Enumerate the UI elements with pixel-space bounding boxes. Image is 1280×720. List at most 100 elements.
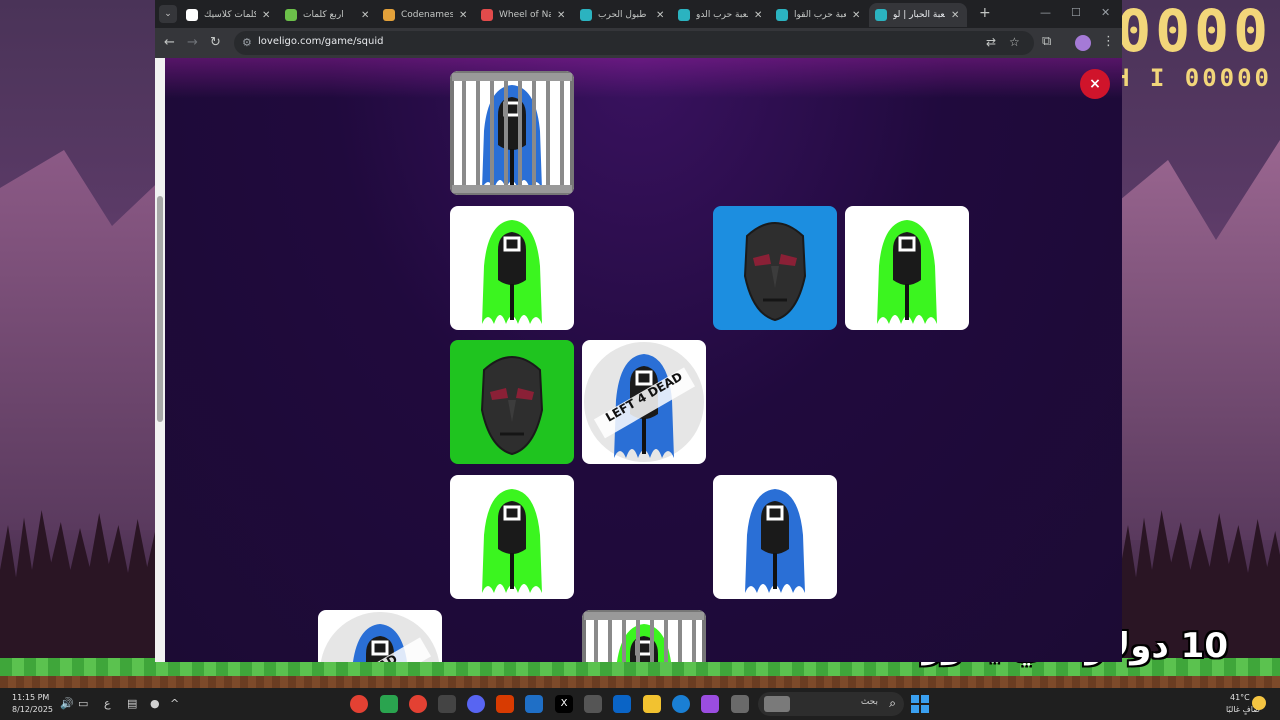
browser-toolbar: ← → ↻ ⚙ loveligo.com/game/squid ⇄ ☆ ⧉ ⋮ <box>155 28 1122 58</box>
file-explorer-icon[interactable] <box>643 695 661 713</box>
guard-icon <box>745 489 805 593</box>
volume-icon[interactable]: 🔊 <box>60 697 74 710</box>
minimize-icon[interactable]: — <box>1040 6 1051 19</box>
card-caged-blue-guard[interactable] <box>450 71 574 195</box>
chrome-profile-icon[interactable] <box>409 695 427 713</box>
close-game-button[interactable]: × <box>1080 69 1110 99</box>
tab-close-icon[interactable]: ✕ <box>361 10 371 21</box>
app-icon[interactable] <box>380 695 398 713</box>
edge-icon[interactable] <box>672 695 690 713</box>
tab-6[interactable]: لعبة حرب الدو ✕ <box>672 3 770 27</box>
tab-close-icon[interactable]: ✕ <box>951 10 961 21</box>
maximize-icon[interactable]: ☐ <box>1071 6 1081 19</box>
weather-moon-icon[interactable] <box>1252 696 1266 710</box>
card-left-dead-blue-guard[interactable]: LEFT 4 DEAD <box>582 340 706 464</box>
guard-icon <box>482 220 542 324</box>
tab-8[interactable]: لعبة الحبار | لو ✕ <box>869 3 967 27</box>
capture-icon[interactable] <box>438 695 456 713</box>
keyboard-icon[interactable]: ▤ <box>127 697 137 710</box>
tab-title: كلمات كلاسيك <box>204 10 256 20</box>
game-page: × LEFT 4 DEAD DEAD <box>155 58 1122 662</box>
url-text[interactable]: loveligo.com/game/squid <box>258 36 383 47</box>
card-green-guard[interactable] <box>450 475 574 599</box>
tab-close-icon[interactable]: ✕ <box>754 10 764 21</box>
scrollbar-thumb[interactable] <box>157 196 163 422</box>
tab-title: أربع كلمات <box>303 10 344 20</box>
weather-temperature[interactable]: 41°C <box>1230 693 1250 702</box>
mask-icon <box>480 356 544 456</box>
search-label: بحث <box>860 697 878 707</box>
extensions-icon[interactable]: ⧉ <box>1042 34 1051 49</box>
dead-icon <box>320 612 440 662</box>
tab-title: لعبة حرب الدو <box>696 10 748 20</box>
card-blue-guard[interactable] <box>713 475 837 599</box>
taskbar: 11:15 PM 8/12/2025 🔊 ▭ ع ▤ ● ^ X بحث ⌕ 4… <box>0 688 1280 720</box>
tab-2[interactable]: أربع كلمات ✕ <box>279 3 377 27</box>
hi-label: H I <box>1114 64 1168 92</box>
tab-close-icon[interactable]: ✕ <box>852 10 862 21</box>
microphone-icon[interactable]: ● <box>150 697 160 710</box>
windows-start-icon[interactable] <box>911 695 929 713</box>
address-bar[interactable]: ⚙ loveligo.com/game/squid ⇄ ☆ <box>234 31 1034 55</box>
tab-close-icon[interactable]: ✕ <box>656 10 666 21</box>
guard-icon <box>482 489 542 593</box>
card-green-guard[interactable] <box>845 206 969 330</box>
game-icon <box>580 9 592 21</box>
outlook-icon[interactable] <box>613 695 631 713</box>
site-info-icon[interactable]: ⚙ <box>242 36 252 49</box>
tab-search-icon[interactable]: ⌄ <box>159 5 177 23</box>
caged-icon <box>450 71 574 195</box>
card-left-dead-blue-guard[interactable]: DEAD <box>318 610 442 662</box>
codenames-icon <box>383 9 395 21</box>
card-caged-green-guard[interactable] <box>582 610 706 662</box>
game-icon <box>678 9 690 21</box>
tab-1[interactable]: كلمات كلاسيك ✕ <box>180 3 278 27</box>
card-front-man-mask-blue[interactable] <box>713 206 837 330</box>
neon-grid <box>155 58 1122 98</box>
back-icon[interactable]: ← <box>164 35 175 51</box>
tab-3[interactable]: Codenames - ✕ <box>377 3 475 27</box>
guard-icon <box>877 220 937 324</box>
vscode-icon[interactable] <box>525 695 543 713</box>
tab-close-icon[interactable]: ✕ <box>262 10 272 21</box>
language-indicator[interactable]: ع <box>104 697 111 710</box>
wheel-icon <box>481 9 493 21</box>
copilot-icon[interactable] <box>701 695 719 713</box>
store-icon[interactable] <box>584 695 602 713</box>
search-highlight-image <box>764 696 790 712</box>
taskbar-search[interactable]: بحث ⌕ <box>758 692 904 716</box>
mask-icon <box>743 222 807 322</box>
page-icon <box>186 9 198 21</box>
game-icon <box>776 9 788 21</box>
task-view-icon[interactable] <box>731 695 749 713</box>
tab-7[interactable]: لعبة حرب القوا ✕ <box>770 3 868 27</box>
card-front-man-mask-green[interactable] <box>450 340 574 464</box>
page-scrollbar[interactable] <box>155 58 165 662</box>
discord-icon[interactable] <box>467 695 485 713</box>
browser-window: ⌄ كلمات كلاسيك✕أربع كلمات✕Codenames -✕Wh… <box>155 0 1122 662</box>
menu-icon[interactable]: ⋮ <box>1102 34 1115 49</box>
bookmark-star-icon[interactable]: ☆ <box>1009 35 1020 49</box>
tab-4[interactable]: Wheel of Nam ✕ <box>475 3 573 27</box>
profile-avatar[interactable] <box>1075 35 1091 51</box>
search-icon: ⌕ <box>889 696 896 710</box>
new-tab-icon[interactable]: + <box>979 5 991 21</box>
chrome-icon[interactable] <box>350 695 368 713</box>
close-window-icon[interactable]: ✕ <box>1101 6 1110 19</box>
reload-icon[interactable]: ↻ <box>210 35 221 51</box>
tab-close-icon[interactable]: ✕ <box>459 10 469 21</box>
office-icon[interactable] <box>496 695 514 713</box>
clock-date[interactable]: 8/12/2025 <box>12 705 53 714</box>
mountain-left <box>0 150 160 530</box>
clock-time[interactable]: 11:15 PM <box>12 693 49 702</box>
tray-chevron-icon[interactable]: ^ <box>170 697 179 710</box>
tab-5[interactable]: طبول الحرب ✕ <box>574 3 672 27</box>
network-icon[interactable]: ▭ <box>78 697 88 710</box>
tab-title: طبول الحرب <box>598 10 647 20</box>
translate-icon[interactable]: ⇄ <box>986 35 996 49</box>
hi-score: 00000 <box>1184 64 1272 92</box>
card-green-guard[interactable] <box>450 206 574 330</box>
forward-icon[interactable]: → <box>187 35 198 51</box>
tab-close-icon[interactable]: ✕ <box>557 10 567 21</box>
x-app-icon[interactable]: X <box>555 695 573 713</box>
